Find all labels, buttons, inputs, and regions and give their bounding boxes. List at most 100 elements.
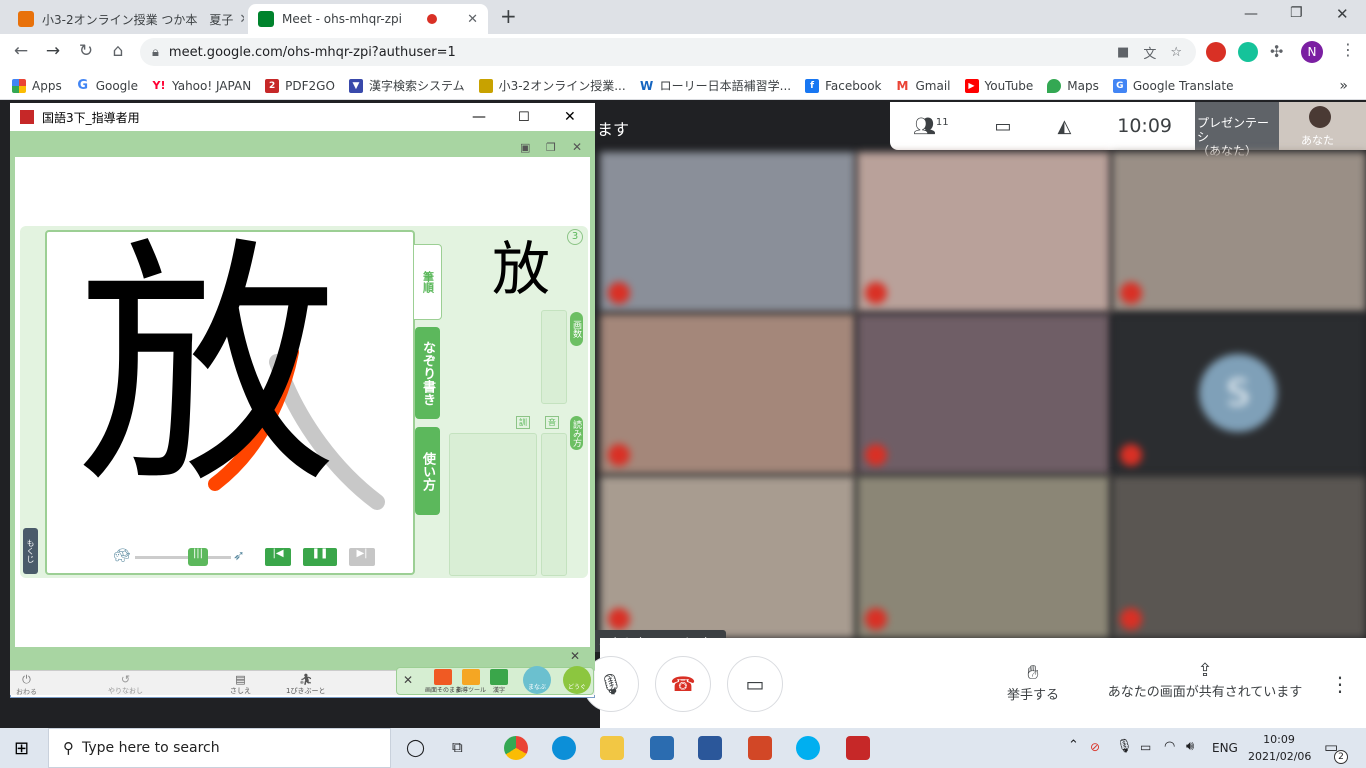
participant-tile[interactable]: [1112, 152, 1366, 312]
url-text[interactable]: meet.google.com/ohs-mhqr-zpi?authuser=1: [169, 45, 456, 60]
file-explorer-icon[interactable]: [600, 736, 624, 760]
bookmark-gmail[interactable]: M Gmail: [895, 78, 951, 93]
bookmark-kanji[interactable]: ▼ 漢字検索システム: [348, 77, 465, 94]
tool-teaching[interactable]: 指導ツール: [456, 669, 486, 694]
kanji-app-taskbar-icon[interactable]: [846, 736, 870, 760]
extensions-puzzle-icon[interactable]: ✣: [1270, 42, 1283, 61]
tray-wifi-icon[interactable]: ◠: [1164, 739, 1175, 754]
address-bar[interactable]: 🔒︎ meet.google.com/ohs-mhqr-zpi?authuser…: [140, 38, 1196, 66]
bookmark-youtube[interactable]: ▶ YouTube: [964, 78, 1033, 93]
participant-tile[interactable]: [857, 314, 1110, 474]
input-language[interactable]: ENG: [1212, 741, 1238, 755]
leave-call-button[interactable]: ☎︎: [655, 656, 711, 712]
participant-tile[interactable]: [600, 152, 855, 312]
activities-icon[interactable]: ◭: [1057, 116, 1071, 137]
bookmark-google[interactable]: G Google: [75, 78, 138, 93]
tools-close-icon[interactable]: ✕: [570, 649, 580, 663]
minimize-icon[interactable]: —: [1244, 6, 1258, 22]
close-icon[interactable]: ✕: [233, 12, 244, 27]
powerpoint-icon[interactable]: [748, 736, 772, 760]
restore-icon[interactable]: ❐: [1290, 5, 1303, 21]
bookmark-pdf2go[interactable]: 2 PDF2GO: [265, 78, 335, 93]
jump-button[interactable]: ⛹︎ 1ぴきぶーと: [286, 673, 325, 696]
participant-tile[interactable]: S: [1112, 314, 1366, 474]
contents-menu-button[interactable]: もくじ: [23, 528, 38, 574]
exit-button[interactable]: ⏻ おわる: [16, 673, 37, 697]
extension-icon[interactable]: [1206, 42, 1226, 62]
skype-icon[interactable]: [796, 736, 820, 760]
tool-learn[interactable]: まなぶ: [523, 666, 551, 694]
tray-mic-icon[interactable]: 🎙︎: [1116, 739, 1133, 754]
self-view-tile[interactable]: あなた: [1279, 102, 1366, 150]
tray-volume-icon[interactable]: 🔊︎: [1186, 739, 1194, 754]
forward-icon[interactable]: →: [38, 41, 68, 61]
tab-usage[interactable]: 使い方: [415, 427, 440, 515]
maximize-icon[interactable]: ☐: [518, 110, 530, 125]
close-icon[interactable]: ✕: [461, 12, 478, 27]
participant-tile[interactable]: [857, 152, 1110, 312]
chat-icon[interactable]: ▭: [995, 116, 1012, 137]
reload-icon[interactable]: ↻: [71, 41, 101, 61]
tab-classroom[interactable]: 小3-2オンライン授業 つか本 夏子 ✕: [8, 4, 244, 34]
cortana-icon[interactable]: ◯: [406, 738, 425, 758]
tab-trace[interactable]: なぞり書き: [415, 327, 440, 419]
raise-hand-button[interactable]: ✋︎ 挙手する: [1000, 660, 1066, 703]
translate-page-icon[interactable]: 文: [1143, 43, 1156, 62]
participant-tile[interactable]: [600, 476, 855, 638]
participant-tile[interactable]: [1112, 476, 1366, 638]
bookmark-facebook[interactable]: f Facebook: [805, 78, 881, 93]
on-reading-slot[interactable]: [541, 433, 567, 576]
back-icon[interactable]: ←: [6, 41, 36, 61]
tool-kanji[interactable]: 漢字: [490, 669, 508, 694]
speed-slider-thumb[interactable]: |||: [188, 548, 208, 566]
expand-icon[interactable]: ▣: [520, 141, 530, 154]
profile-avatar[interactable]: N: [1301, 41, 1323, 63]
bookmark-maps[interactable]: Maps: [1047, 78, 1099, 93]
bookmark-apps[interactable]: Apps: [12, 78, 62, 93]
tab-stroke-order[interactable]: 筆順: [413, 244, 442, 320]
tab-meet[interactable]: Meet - ohs-mhqr-zpi ✕: [248, 4, 488, 34]
bookmark-lorie[interactable]: W ローリー日本語補習学...: [639, 77, 791, 94]
kun-reading-slot[interactable]: [449, 433, 537, 576]
taskbar-search[interactable]: ⚲ Type here to search: [48, 728, 391, 768]
tool-dougu[interactable]: どうぐ: [563, 666, 591, 694]
restore-icon[interactable]: ❐: [546, 141, 556, 154]
camera-icon[interactable]: ■: [1117, 45, 1129, 60]
window-close-icon[interactable]: ✕: [1336, 5, 1349, 23]
app-window-icon[interactable]: [650, 736, 674, 760]
minimize-icon[interactable]: —: [472, 109, 486, 125]
speed-slider-track[interactable]: [135, 556, 231, 559]
palette-close-icon[interactable]: ✕: [403, 673, 413, 687]
rewind-button[interactable]: |◀: [265, 548, 291, 566]
bookmark-yahoo[interactable]: Y! Yahoo! JAPAN: [152, 78, 251, 93]
play-button[interactable]: ▶|: [349, 548, 375, 566]
participants-button[interactable]: 👥︎11: [913, 116, 949, 137]
bookmark-star-icon[interactable]: ☆: [1170, 45, 1182, 60]
edge-icon[interactable]: [552, 736, 576, 760]
grammarly-icon[interactable]: [1238, 42, 1258, 62]
chrome-icon[interactable]: [504, 736, 528, 760]
bookmark-translate[interactable]: G Google Translate: [1112, 78, 1234, 93]
more-options-icon[interactable]: ⋮: [1330, 672, 1350, 696]
word-icon[interactable]: [698, 736, 722, 760]
bookmarks-overflow-button[interactable]: »: [1339, 78, 1348, 94]
bookmark-classroom[interactable]: 小3-2オンライン授業...: [478, 77, 626, 94]
camera-button[interactable]: ▭: [727, 656, 783, 712]
stroke-canvas[interactable]: 放 🐢︎ ||| ➶ |◀ ❚❚ ▶|: [45, 230, 415, 575]
stroke-count-slot[interactable]: [541, 310, 567, 404]
presentation-tile[interactable]: プレゼンテーシ （あなた）: [1195, 102, 1279, 158]
new-tab-button[interactable]: +: [500, 4, 517, 28]
menu-kebab-icon[interactable]: ⋮: [1340, 40, 1356, 59]
taskbar-clock[interactable]: 10:09 2021/02/06: [1248, 731, 1311, 765]
window-close-icon[interactable]: ✕: [564, 109, 576, 125]
task-view-icon[interactable]: ⧉: [452, 738, 463, 756]
close-icon[interactable]: ✕: [572, 140, 582, 154]
tray-warning-icon[interactable]: ⊘: [1090, 740, 1100, 754]
windows-start-icon[interactable]: ⊞: [14, 738, 29, 759]
home-icon[interactable]: ⌂: [103, 41, 133, 61]
tray-chevron-icon[interactable]: ⌃: [1068, 738, 1079, 753]
present-button[interactable]: ⇪ あなたの画面が共有されています: [1100, 660, 1310, 700]
pause-button[interactable]: ❚❚: [303, 548, 337, 566]
participant-tile[interactable]: [600, 314, 855, 474]
redo-button[interactable]: ↺ やりなおし: [108, 673, 143, 696]
